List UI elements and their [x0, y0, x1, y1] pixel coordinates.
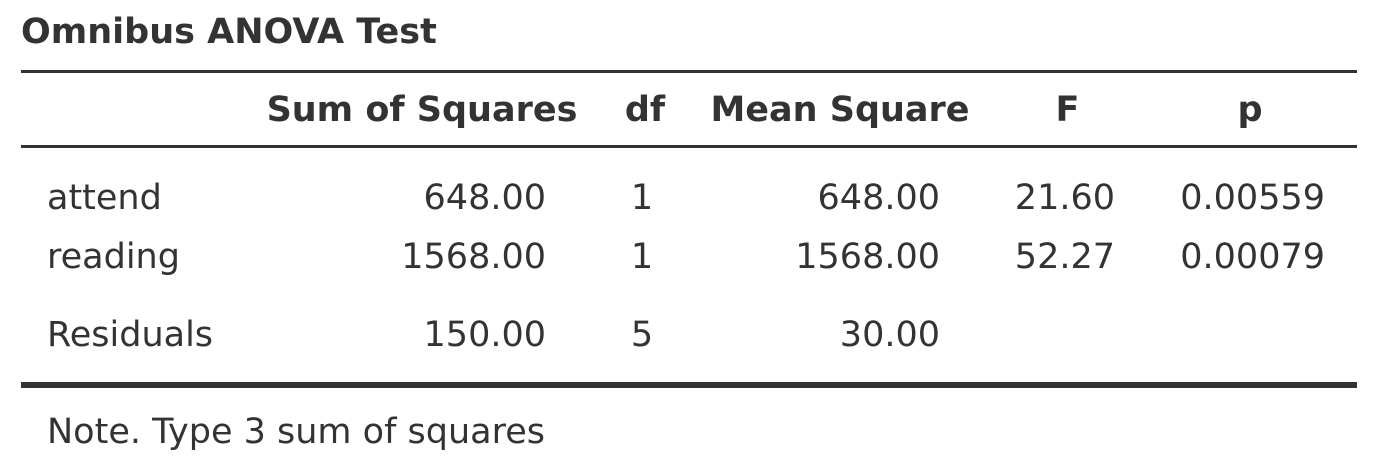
row-p: 0.00559: [1180, 178, 1325, 218]
header-df: df: [624, 90, 666, 130]
row-term: attend: [47, 178, 162, 218]
row-sum-of-squares: 150.00: [423, 315, 546, 355]
bottom-rule: [21, 382, 1357, 388]
row-df: 1: [630, 178, 654, 218]
table-title: Omnibus ANOVA Test: [21, 12, 437, 52]
row-f: 21.60: [1014, 178, 1115, 218]
header-mean-square: Mean Square: [710, 90, 970, 130]
row-term: Residuals: [47, 315, 214, 355]
row-mean-square: 648.00: [817, 178, 940, 218]
header-rule: [21, 145, 1357, 148]
top-rule: [21, 70, 1357, 73]
row-p: 0.00079: [1180, 237, 1325, 277]
row-sum-of-squares: 648.00: [423, 178, 546, 218]
row-mean-square: 1568.00: [795, 237, 940, 277]
row-df: 5: [630, 315, 654, 355]
row-df: 1: [630, 237, 654, 277]
row-f: 52.27: [1014, 237, 1115, 277]
row-term: reading: [47, 237, 180, 277]
table-note: Note. Type 3 sum of squares: [47, 412, 545, 452]
header-sum-of-squares: Sum of Squares: [266, 90, 578, 130]
row-sum-of-squares: 1568.00: [401, 237, 546, 277]
row-mean-square: 30.00: [839, 315, 940, 355]
header-f: F: [1055, 90, 1080, 130]
header-p: p: [1237, 90, 1263, 130]
